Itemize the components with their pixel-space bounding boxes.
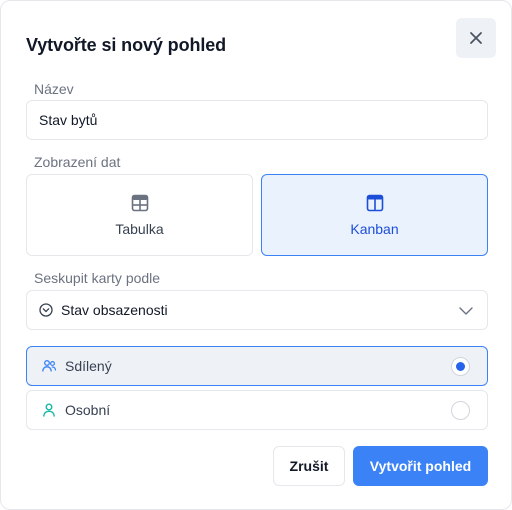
visibility-personal-label: Osobní bbox=[65, 402, 111, 418]
create-view-dialog: Vytvořte si nový pohled Název Stav bytů … bbox=[0, 0, 512, 510]
dialog-title: Vytvořte si nový pohled bbox=[26, 35, 227, 55]
user-icon bbox=[43, 403, 55, 417]
users-icon bbox=[42, 360, 57, 372]
group-by-value: Stav obsazenosti bbox=[61, 302, 168, 318]
view-option-kanban[interactable]: Kanban bbox=[261, 174, 488, 256]
visibility-option-personal[interactable]: Osobní bbox=[26, 390, 488, 430]
close-button[interactable] bbox=[456, 18, 496, 58]
name-input-value: Stav bytů bbox=[39, 112, 98, 128]
chevron-down-icon bbox=[459, 307, 473, 315]
close-icon bbox=[470, 32, 482, 44]
name-field-label: Název bbox=[34, 81, 74, 97]
kanban-icon bbox=[366, 194, 383, 211]
radio-shared[interactable] bbox=[451, 357, 470, 376]
name-input[interactable]: Stav bytů bbox=[26, 100, 488, 140]
radio-selected-dot bbox=[456, 362, 465, 371]
visibility-shared-label: Sdílený bbox=[65, 358, 112, 374]
cancel-button[interactable]: Zrušit bbox=[273, 446, 345, 486]
visibility-option-shared[interactable]: Sdílený bbox=[26, 346, 488, 386]
view-option-table[interactable]: Tabulka bbox=[26, 174, 253, 256]
table-icon bbox=[131, 194, 148, 211]
view-type-label: Zobrazení dat bbox=[34, 154, 121, 170]
radio-personal[interactable] bbox=[451, 401, 470, 420]
group-by-label: Seskupit karty podle bbox=[34, 270, 161, 286]
create-view-button[interactable]: Vytvořit pohled bbox=[353, 446, 488, 486]
view-option-table-label: Tabulka bbox=[115, 220, 164, 237]
view-option-kanban-label: Kanban bbox=[350, 220, 399, 237]
group-by-select[interactable]: Stav obsazenosti bbox=[26, 290, 488, 330]
circle-chevron-icon bbox=[39, 303, 53, 317]
